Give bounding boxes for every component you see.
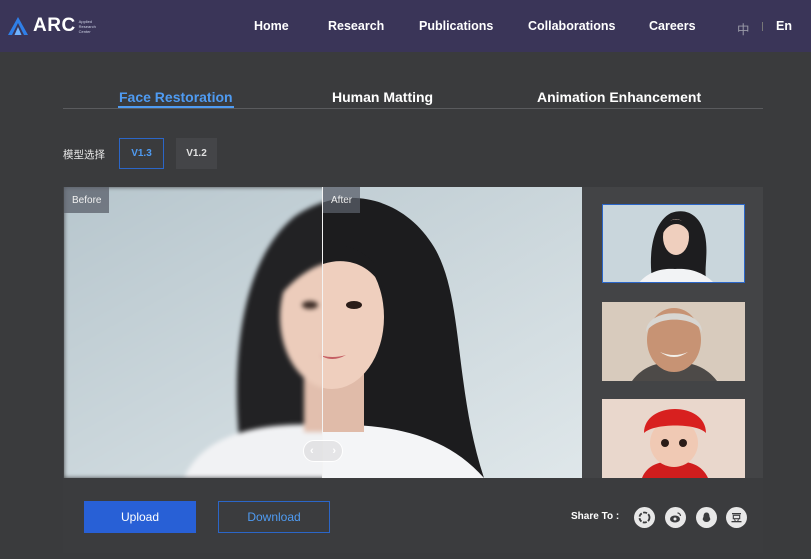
- lang-en[interactable]: En: [776, 19, 792, 33]
- nav-careers[interactable]: Careers: [649, 19, 696, 33]
- comparison-viewer[interactable]: [64, 187, 582, 478]
- before-label: Before: [64, 187, 110, 213]
- lang-zh[interactable]: 中: [737, 19, 750, 38]
- share-label: Share To :: [571, 511, 620, 522]
- after-label: After: [323, 187, 361, 213]
- tab-animation-enhancement[interactable]: Animation Enhancement: [537, 89, 701, 105]
- douban-icon[interactable]: [726, 507, 747, 528]
- lang-divider: [762, 22, 763, 31]
- tab-face-restoration[interactable]: Face Restoration: [119, 89, 233, 105]
- logo-subtitle: Applied Research Center: [78, 18, 96, 34]
- arc-logo-icon: [8, 17, 28, 35]
- chevron-left-icon: ‹: [310, 445, 314, 457]
- top-nav: ARC Applied Research Center Home Researc…: [0, 0, 811, 52]
- model-v12-button[interactable]: V1.2: [176, 138, 217, 169]
- thumbnail-young-woman[interactable]: [602, 204, 745, 283]
- model-select-label: 模型选择: [63, 149, 105, 161]
- nav-collaborations[interactable]: Collaborations: [528, 19, 616, 33]
- active-tab-indicator: [118, 106, 234, 108]
- tab-human-matting[interactable]: Human Matting: [332, 89, 433, 105]
- nav-home[interactable]: Home: [254, 19, 289, 33]
- wechat-moments-icon[interactable]: [634, 507, 655, 528]
- thumbnail-baby-red-hat[interactable]: [602, 399, 745, 478]
- before-image: [64, 187, 582, 478]
- thumbnail-elderly-man[interactable]: [602, 302, 745, 381]
- upload-button[interactable]: Upload: [84, 501, 196, 533]
- logo-text: ARC: [33, 15, 76, 36]
- arc-logo[interactable]: ARC Applied Research Center: [7, 13, 103, 39]
- comparison-divider: [322, 187, 323, 478]
- weibo-icon[interactable]: [665, 507, 686, 528]
- qq-icon[interactable]: [696, 507, 717, 528]
- tabs-divider: [63, 108, 763, 109]
- chevron-right-icon: ›: [332, 445, 336, 457]
- download-button[interactable]: Download: [218, 501, 330, 533]
- nav-research[interactable]: Research: [328, 19, 384, 33]
- model-v13-button[interactable]: V1.3: [119, 138, 164, 169]
- after-image: [323, 187, 582, 478]
- nav-publications[interactable]: Publications: [419, 19, 493, 33]
- comparison-slider-handle[interactable]: ‹ ›: [303, 440, 343, 462]
